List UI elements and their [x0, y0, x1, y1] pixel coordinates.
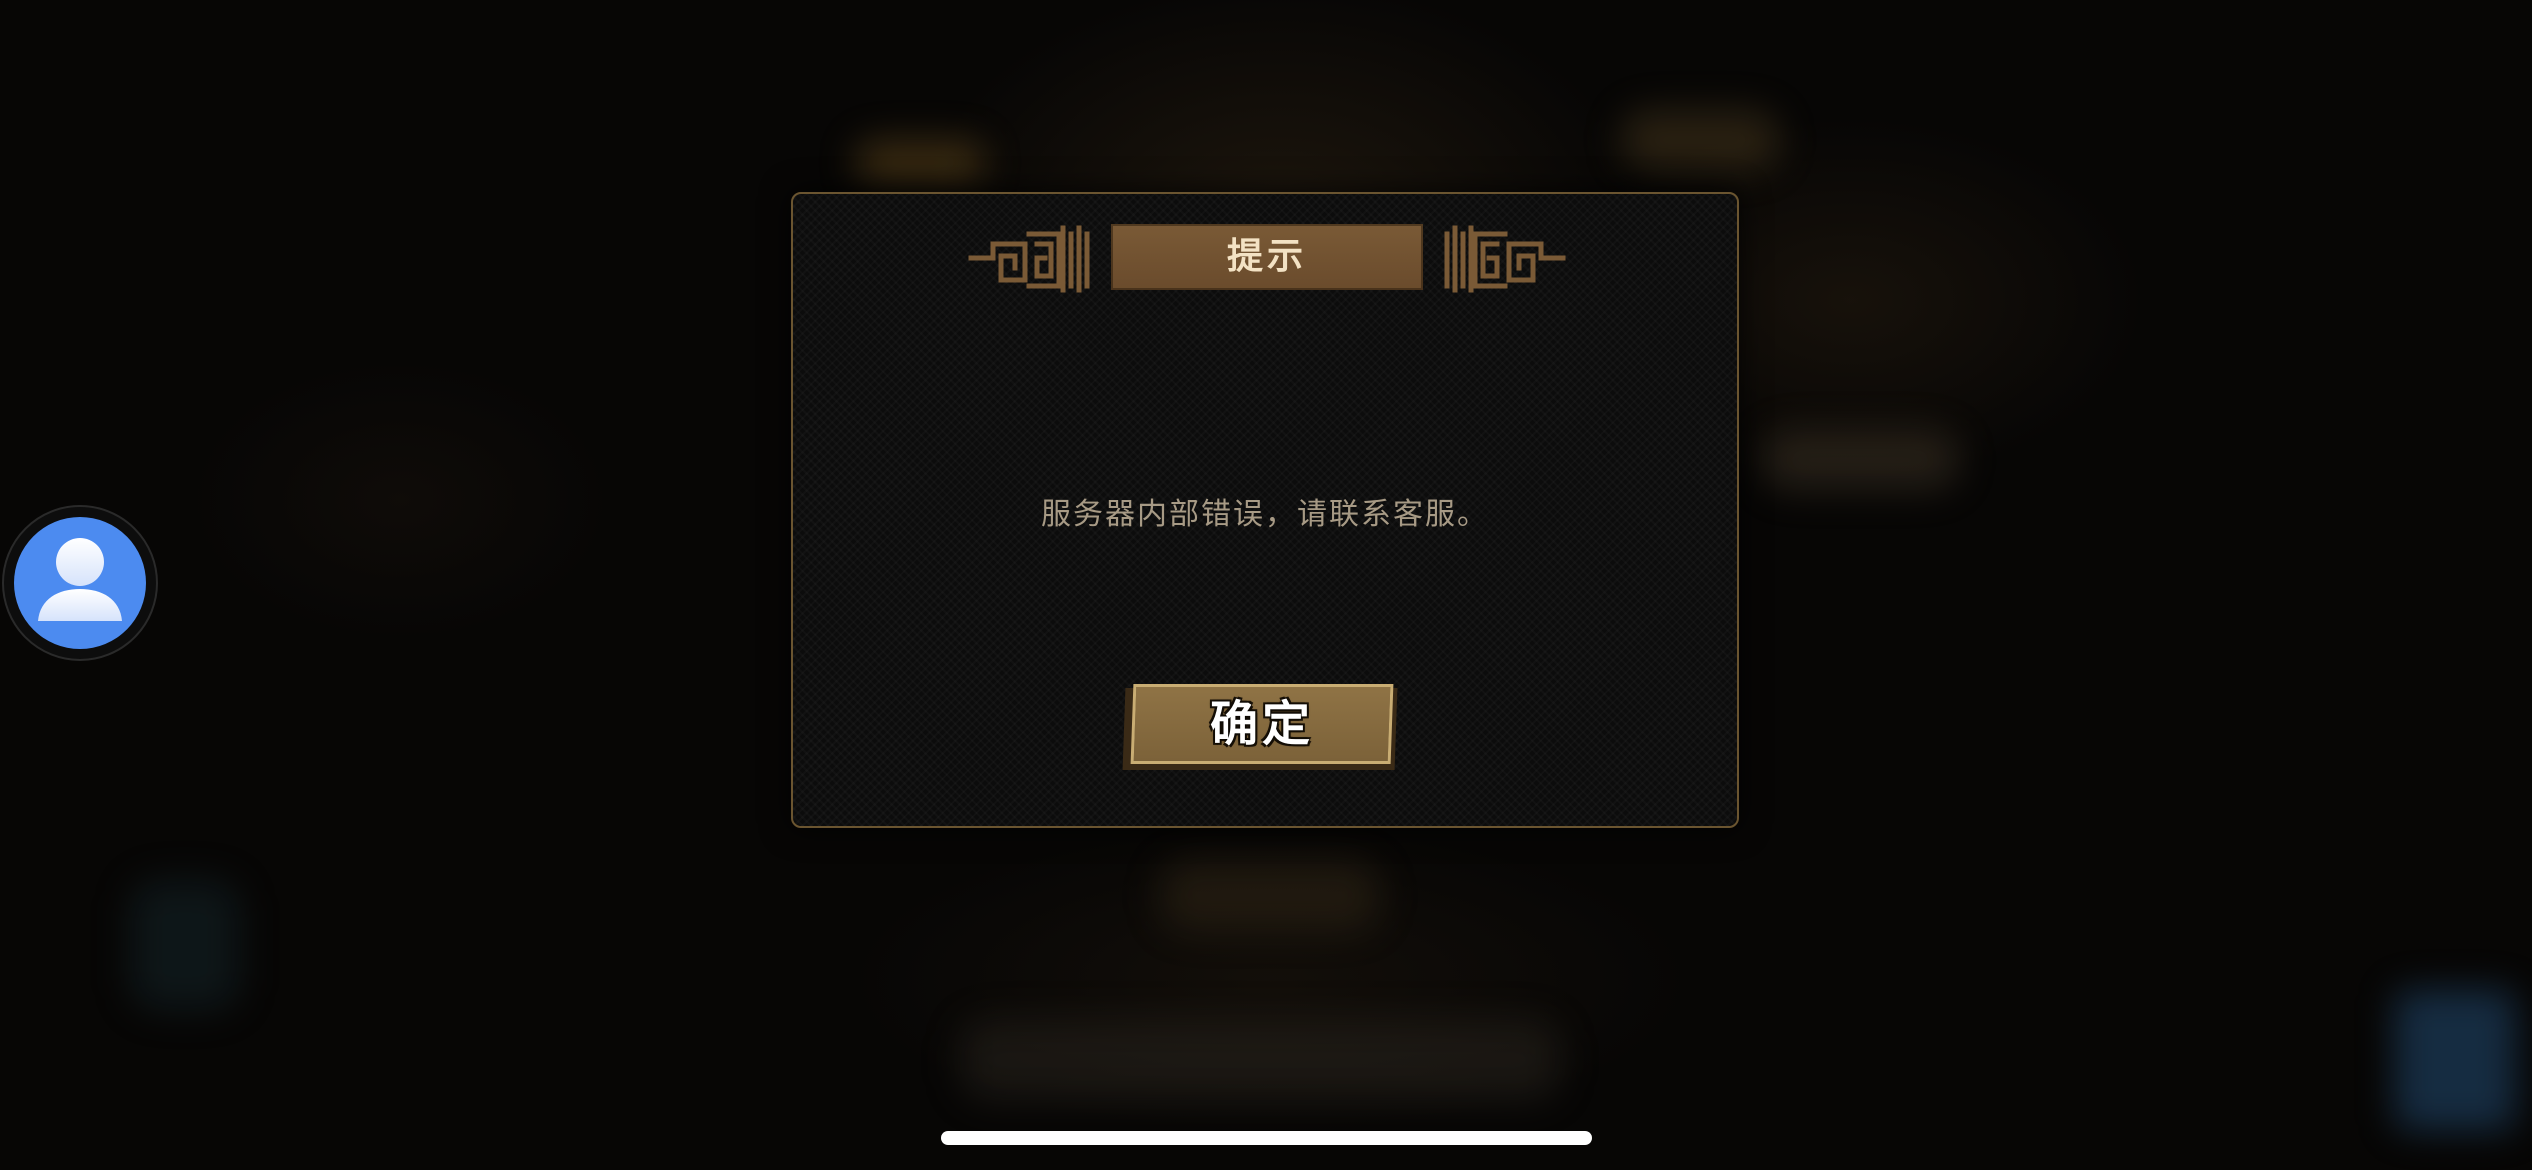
confirm-button[interactable]: 确定: [1122, 684, 1398, 770]
dialog-message: 服务器内部错误，请联系客服。: [1041, 497, 1489, 532]
background-blur: [2395, 990, 2515, 1130]
game-screen: 提示 服务器内部错误，请联系客服。 确定: [0, 0, 2532, 1170]
assistant-float-button[interactable]: [2, 505, 158, 661]
background-blur: [130, 880, 240, 1010]
background-blur: [1160, 860, 1380, 930]
alert-dialog: 提示 服务器内部错误，请联系客服。 确定: [791, 192, 1739, 828]
background-blur: [960, 1020, 1560, 1100]
dialog-title: 提示: [1226, 236, 1307, 277]
confirm-button-label: 确定: [1209, 696, 1314, 752]
person-icon: [14, 517, 146, 649]
background-blur: [1760, 430, 1960, 490]
background-blur: [1620, 110, 1780, 170]
background-blur: [855, 140, 985, 185]
home-indicator[interactable]: [941, 1131, 1592, 1145]
